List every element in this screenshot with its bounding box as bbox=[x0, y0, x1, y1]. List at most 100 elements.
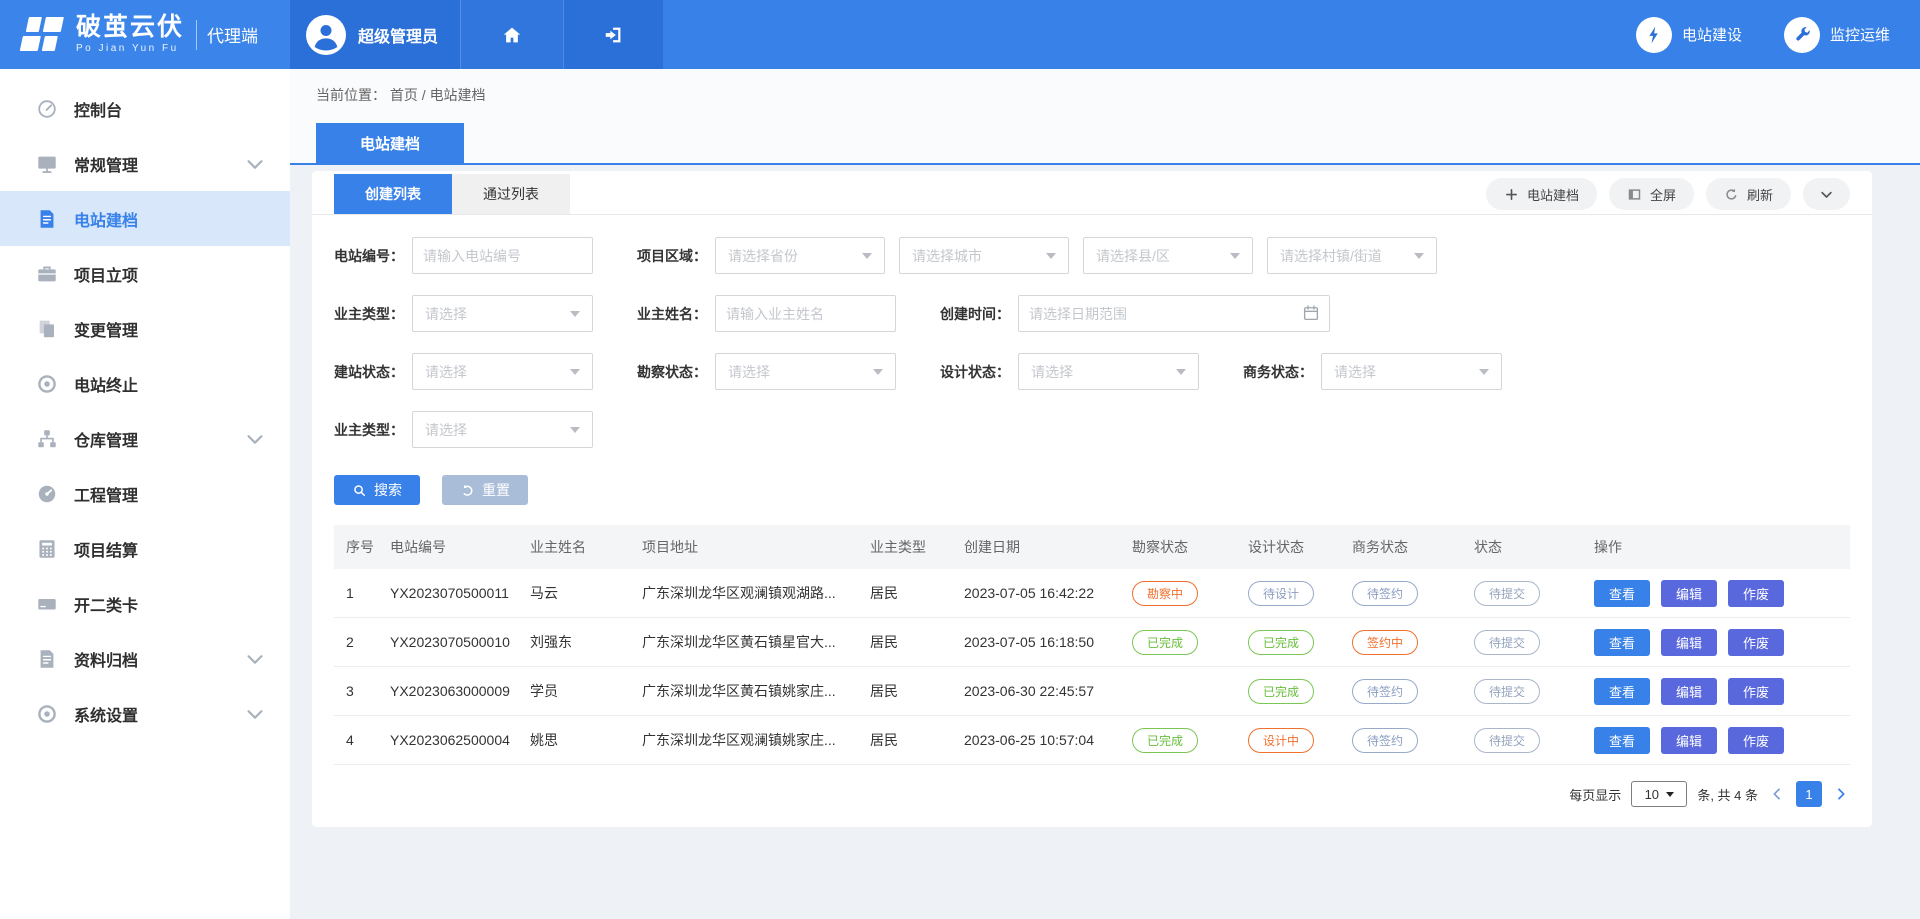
edit-button[interactable]: 编辑 bbox=[1661, 629, 1717, 656]
created-date: 2023-07-05 16:18:50 bbox=[952, 634, 1120, 650]
pagination: 每页显示 10 条, 共 4 条 1 bbox=[334, 781, 1850, 807]
document-icon bbox=[36, 648, 58, 670]
sidebar-item-system-settings[interactable]: 系统设置 bbox=[0, 686, 290, 741]
owner-type-placeholder: 请选择 bbox=[425, 304, 467, 324]
brand-text: 破茧云伏 Po Jian Yun Fu bbox=[76, 15, 184, 54]
city-select[interactable]: 请选择城市 bbox=[899, 237, 1069, 274]
county-select[interactable]: 请选择县/区 bbox=[1083, 237, 1253, 274]
business-status-select[interactable]: 请选择 bbox=[1321, 353, 1502, 390]
owner-type-select[interactable]: 请选择 bbox=[412, 295, 593, 332]
status-badge: 待提交 bbox=[1474, 679, 1540, 704]
nav-station-build[interactable]: 电站建设 bbox=[1636, 17, 1742, 53]
page-tab-station-archive[interactable]: 电站建档 bbox=[316, 123, 464, 163]
view-button[interactable]: 查看 bbox=[1594, 580, 1650, 607]
search-button[interactable]: 搜索 bbox=[334, 475, 420, 505]
sidebar-item-station-terminate[interactable]: 电站终止 bbox=[0, 356, 290, 411]
prev-page-button[interactable] bbox=[1768, 785, 1786, 803]
plus-icon bbox=[1504, 187, 1519, 202]
owner-type-2-select[interactable]: 请选择 bbox=[412, 411, 593, 448]
owner-name-input[interactable] bbox=[715, 295, 896, 332]
reset-button[interactable]: 重置 bbox=[442, 475, 528, 505]
town-select[interactable]: 请选择村镇/街道 bbox=[1267, 237, 1437, 274]
survey-status-select[interactable]: 请选择 bbox=[715, 353, 896, 390]
sidebar-item-station-archive[interactable]: 电站建档 bbox=[0, 191, 290, 246]
nav-monitor-ops[interactable]: 监控运维 bbox=[1784, 17, 1890, 53]
add-station-button[interactable]: 电站建档 bbox=[1486, 178, 1597, 210]
table-row: 3 YX2023063000009 学员 广东深圳龙华区黄石镇姚家庄... 居民… bbox=[334, 667, 1850, 716]
build-status-select[interactable]: 请选择 bbox=[412, 353, 593, 390]
lightning-icon bbox=[1636, 17, 1672, 53]
user-section[interactable]: 超级管理员 bbox=[290, 0, 460, 69]
filter-business-status: 商务状态： 请选择 bbox=[1243, 353, 1502, 390]
sidebar-item-label: 工程管理 bbox=[74, 482, 138, 506]
survey-status-badge: 已完成 bbox=[1132, 728, 1198, 753]
void-button[interactable]: 作废 bbox=[1728, 629, 1784, 656]
chevron-down-icon bbox=[244, 153, 266, 175]
station-code: YX2023070500010 bbox=[378, 634, 518, 650]
card-toolbar: 电站建档 全屏 刷新 bbox=[1486, 178, 1850, 210]
province-select[interactable]: 请选择省份 bbox=[715, 237, 885, 274]
tab-create-list[interactable]: 创建列表 bbox=[334, 174, 452, 214]
table-row: 1 YX2023070500011 马云 广东深圳龙华区观澜镇观湖路... 居民… bbox=[334, 569, 1850, 618]
station-code-input[interactable] bbox=[412, 237, 593, 274]
col-station-code: 电站编号 bbox=[378, 537, 518, 557]
sidebar-item-open-card[interactable]: 开二类卡 bbox=[0, 576, 290, 631]
page-number-button[interactable]: 1 bbox=[1796, 781, 1822, 807]
row-actions: 查看 编辑 作废 bbox=[1594, 678, 1850, 705]
reset-label: 重置 bbox=[482, 480, 510, 500]
target-icon bbox=[36, 703, 58, 725]
filter-label: 商务状态： bbox=[1243, 362, 1321, 382]
home-button[interactable] bbox=[460, 0, 563, 69]
target-icon bbox=[36, 373, 58, 395]
search-icon bbox=[352, 483, 367, 498]
void-button[interactable]: 作废 bbox=[1728, 580, 1784, 607]
sidebar-item-change-mgmt[interactable]: 变更管理 bbox=[0, 301, 290, 356]
caret-down-icon bbox=[1176, 369, 1186, 375]
page-header-strip: 当前位置： 首页 / 电站建档 电站建档 bbox=[290, 69, 1920, 165]
tab-passed-list[interactable]: 通过列表 bbox=[452, 174, 570, 214]
date-range-input[interactable] bbox=[1018, 295, 1330, 332]
sidebar-item-warehouse-mgmt[interactable]: 仓库管理 bbox=[0, 411, 290, 466]
void-button[interactable]: 作废 bbox=[1728, 727, 1784, 754]
fullscreen-button[interactable]: 全屏 bbox=[1609, 178, 1694, 210]
filter-owner-name: 业主姓名： bbox=[637, 295, 896, 332]
brand-logo-icon bbox=[16, 12, 68, 58]
sidebar-item-project-initiation[interactable]: 项目立项 bbox=[0, 246, 290, 301]
chevron-down-icon bbox=[244, 703, 266, 725]
filter-actions: 搜索 重置 bbox=[312, 469, 1872, 525]
collapse-toolbar-button[interactable] bbox=[1803, 178, 1850, 210]
caret-down-icon bbox=[873, 369, 883, 375]
status-badge: 待提交 bbox=[1474, 630, 1540, 655]
sidebar-item-console[interactable]: 控制台 bbox=[0, 81, 290, 136]
chevron-left-icon bbox=[1769, 786, 1785, 802]
void-button[interactable]: 作废 bbox=[1728, 678, 1784, 705]
refresh-button[interactable]: 刷新 bbox=[1706, 178, 1791, 210]
per-page-label: 每页显示 bbox=[1569, 785, 1621, 804]
breadcrumb-home[interactable]: 首页 bbox=[390, 87, 418, 103]
sidebar-item-engineering-mgmt[interactable]: 工程管理 bbox=[0, 466, 290, 521]
logout-button[interactable] bbox=[563, 0, 663, 69]
breadcrumb-separator: / bbox=[422, 87, 426, 103]
view-button[interactable]: 查看 bbox=[1594, 629, 1650, 656]
design-status-select[interactable]: 请选择 bbox=[1018, 353, 1199, 390]
edit-button[interactable]: 编辑 bbox=[1661, 678, 1717, 705]
created-date: 2023-06-30 22:45:57 bbox=[952, 683, 1120, 699]
view-button[interactable]: 查看 bbox=[1594, 727, 1650, 754]
table-row: 2 YX2023070500010 刘强东 广东深圳龙华区黄石镇星官大... 居… bbox=[334, 618, 1850, 667]
edit-button[interactable]: 编辑 bbox=[1661, 580, 1717, 607]
col-actions: 操作 bbox=[1582, 537, 1850, 557]
sidebar-item-general-mgmt[interactable]: 常规管理 bbox=[0, 136, 290, 191]
next-page-button[interactable] bbox=[1832, 785, 1850, 803]
sidebar-item-project-settlement[interactable]: 项目结算 bbox=[0, 521, 290, 576]
per-page-select[interactable]: 10 bbox=[1631, 781, 1687, 807]
edit-button[interactable]: 编辑 bbox=[1661, 727, 1717, 754]
filter-survey-status: 勘察状态： 请选择 bbox=[637, 353, 896, 390]
filter-label: 业主类型： bbox=[334, 304, 412, 324]
project-address: 广东深圳龙华区黄石镇姚家庄... bbox=[630, 681, 858, 701]
filter-label: 业主类型： bbox=[334, 420, 412, 440]
survey-status-badge: 已完成 bbox=[1132, 630, 1198, 655]
view-button[interactable]: 查看 bbox=[1594, 678, 1650, 705]
sidebar-item-data-archive[interactable]: 资料归档 bbox=[0, 631, 290, 686]
filter-row-1: 电站编号： 项目区域： 请选择省份 请选择城市 请选择县/区 请选择村镇/街道 bbox=[334, 237, 1850, 274]
business-status-badge: 待签约 bbox=[1352, 728, 1418, 753]
